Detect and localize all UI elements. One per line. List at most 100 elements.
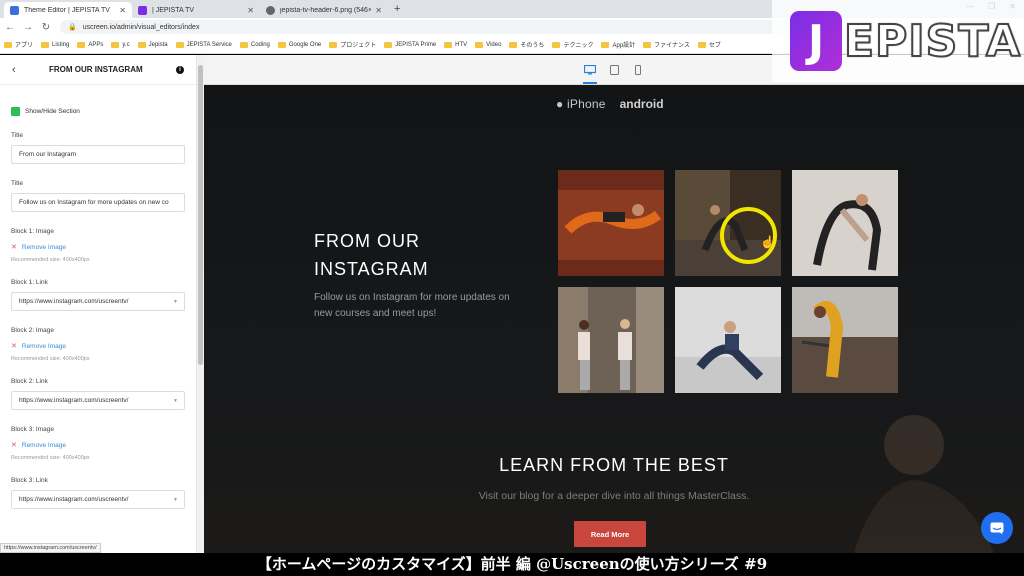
- bookmark-item[interactable]: テクニック: [552, 40, 593, 49]
- block-link-value: https://www.instagram.com/uscreentv/: [19, 397, 129, 404]
- block-image-label: Block 1: Image: [11, 228, 54, 235]
- tablet-icon[interactable]: [608, 64, 620, 75]
- logo-badge: J: [790, 11, 842, 71]
- block-link-select[interactable]: https://www.instagram.com/uscreentv/ ▼: [11, 292, 185, 311]
- tab-label: Theme Editor | JEPISTA TV: [24, 6, 110, 14]
- title-input[interactable]: From our Instagram: [11, 145, 185, 164]
- bookmark-item[interactable]: Listing: [41, 41, 70, 48]
- chevron-left-icon[interactable]: ‹: [12, 64, 16, 76]
- remove-image-label: Remove Image: [21, 342, 66, 350]
- block-link-select[interactable]: https://www.instagram.com/uscreentv/ ▼: [11, 490, 185, 509]
- checkbox-icon[interactable]: [11, 107, 20, 116]
- bookmark-label: Video: [486, 41, 502, 48]
- tab-label: jepista-tv-header-6.png (546×10: [280, 6, 372, 14]
- info-icon[interactable]: i: [175, 65, 184, 74]
- bookmark-item[interactable]: ファイナンス: [643, 40, 690, 49]
- bookmark-label: Jepista: [148, 41, 168, 48]
- instagram-section-title: FROM OUR INSTAGRAM: [314, 231, 429, 279]
- chevron-down-icon: ▼: [173, 298, 178, 305]
- bookmark-item[interactable]: HTV: [444, 41, 468, 48]
- bookmark-label: APPs: [88, 41, 104, 48]
- browser-tab-jepista[interactable]: | JEPISTA TV ✕: [132, 2, 260, 18]
- remove-image-button[interactable]: ✕ Remove Image: [11, 441, 185, 450]
- bookmark-item[interactable]: y.c: [111, 41, 130, 48]
- bookmark-item[interactable]: プロジェクト: [329, 40, 376, 49]
- bookmark-item[interactable]: APPs: [77, 41, 104, 48]
- screen: Theme Editor | JEPISTA TV ✕ | JEPISTA TV…: [0, 0, 1024, 576]
- show-hide-toggle[interactable]: Show/Hide Section: [11, 107, 185, 116]
- instagram-photo[interactable]: [792, 287, 898, 393]
- apple-icon: ●: [556, 97, 564, 111]
- sidebar-scrollbar[interactable]: [197, 55, 204, 553]
- subtitle-input[interactable]: Follow us on Instagram for more updates …: [11, 193, 185, 212]
- desktop-icon[interactable]: [583, 64, 597, 84]
- logo-text: EPISTA: [843, 15, 1022, 68]
- bookmark-label: そのうち: [520, 43, 545, 49]
- scrollbar-thumb[interactable]: [198, 65, 203, 365]
- folder-icon: [444, 41, 453, 48]
- bookmark-item[interactable]: Google One: [277, 41, 321, 48]
- remove-image-button[interactable]: ✕ Remove Image: [11, 243, 185, 252]
- platform-logos: ● iPhone android: [556, 97, 664, 111]
- close-icon[interactable]: ✕: [375, 6, 382, 15]
- bookmark-label: y.c: [122, 41, 130, 48]
- recommended-size: Recommended size: 400x400px: [11, 356, 90, 362]
- block-link-select[interactable]: https://www.instagram.com/uscreentv/ ▼: [11, 391, 185, 410]
- remove-image-button[interactable]: ✕ Remove Image: [11, 342, 185, 351]
- sidebar-title: FROM OUR INSTAGRAM: [49, 65, 143, 74]
- mobile-icon[interactable]: [632, 64, 644, 75]
- folder-icon: [552, 41, 561, 48]
- jepista-logo: J EPISTA: [772, 0, 1024, 82]
- browser-tab-image[interactable]: jepista-tv-header-6.png (546×10 ✕: [260, 2, 388, 18]
- folder-icon: [643, 41, 652, 48]
- forward-arrow-icon[interactable]: →: [20, 22, 36, 33]
- bookmark-item[interactable]: アプリ: [4, 40, 33, 49]
- show-hide-label: Show/Hide Section: [25, 108, 80, 115]
- title-input-value: From our Instagram: [19, 151, 77, 158]
- close-icon[interactable]: ✕: [247, 6, 254, 15]
- browser-tab-theme-editor[interactable]: Theme Editor | JEPISTA TV ✕: [4, 2, 132, 18]
- bookmark-label: JEPISTA Service: [186, 41, 232, 48]
- read-more-button[interactable]: Read More: [574, 521, 646, 547]
- folder-icon: [111, 41, 120, 48]
- bookmark-item[interactable]: App設計: [601, 40, 635, 49]
- bookmark-item[interactable]: セブ: [697, 40, 721, 49]
- bookmark-item[interactable]: Video: [475, 41, 502, 48]
- block-link-label: Block 1: Link: [11, 279, 48, 286]
- bookmark-item[interactable]: JEPISTA Prime: [384, 41, 437, 48]
- sidebar-header: ‹ FROM OUR INSTAGRAM i: [0, 55, 196, 85]
- instagram-photo[interactable]: [558, 287, 664, 393]
- folder-icon: [239, 41, 248, 48]
- bookmark-label: HTV: [455, 41, 468, 48]
- bookmark-label: セブ: [708, 43, 721, 49]
- url-text: uscreen.io/admin/visual_editors/index: [82, 23, 200, 31]
- lock-icon: 🔒: [68, 24, 77, 31]
- chat-launcher-button[interactable]: [981, 512, 1013, 544]
- chevron-down-icon: ▼: [173, 397, 178, 404]
- instagram-photo[interactable]: [558, 170, 664, 276]
- folder-icon: [41, 41, 50, 48]
- tab-favicon-icon: [10, 5, 19, 15]
- bookmark-item[interactable]: Jepista: [137, 41, 168, 48]
- instagram-photo[interactable]: [792, 170, 898, 276]
- url-input[interactable]: 🔒 uscreen.io/admin/visual_editors/index: [60, 20, 800, 34]
- learn-section-title: LEARN FROM THE BEST: [499, 455, 729, 475]
- instagram-section-subtitle: Follow us on Instagram for more updates …: [314, 292, 510, 319]
- bookmark-label: Listing: [52, 41, 70, 48]
- instagram-photo[interactable]: [675, 287, 781, 393]
- bookmark-item[interactable]: そのうち: [509, 40, 544, 49]
- iphone-logo: ● iPhone: [556, 97, 606, 111]
- bookmark-item[interactable]: Coding: [239, 41, 270, 48]
- folder-icon: [175, 41, 184, 48]
- back-arrow-icon[interactable]: ←: [2, 22, 18, 33]
- reload-icon[interactable]: ↻: [38, 22, 54, 33]
- folder-icon: [509, 41, 518, 48]
- bookmark-label: Coding: [250, 41, 270, 48]
- close-icon[interactable]: ✕: [119, 6, 126, 15]
- bookmark-label: JEPISTA Prime: [395, 41, 437, 48]
- new-tab-button[interactable]: +: [394, 2, 400, 18]
- remove-x-icon: ✕: [11, 244, 17, 251]
- bookmark-label: プロジェクト: [340, 43, 377, 49]
- bookmark-item[interactable]: JEPISTA Service: [175, 41, 232, 48]
- field-label: Title: [11, 180, 24, 187]
